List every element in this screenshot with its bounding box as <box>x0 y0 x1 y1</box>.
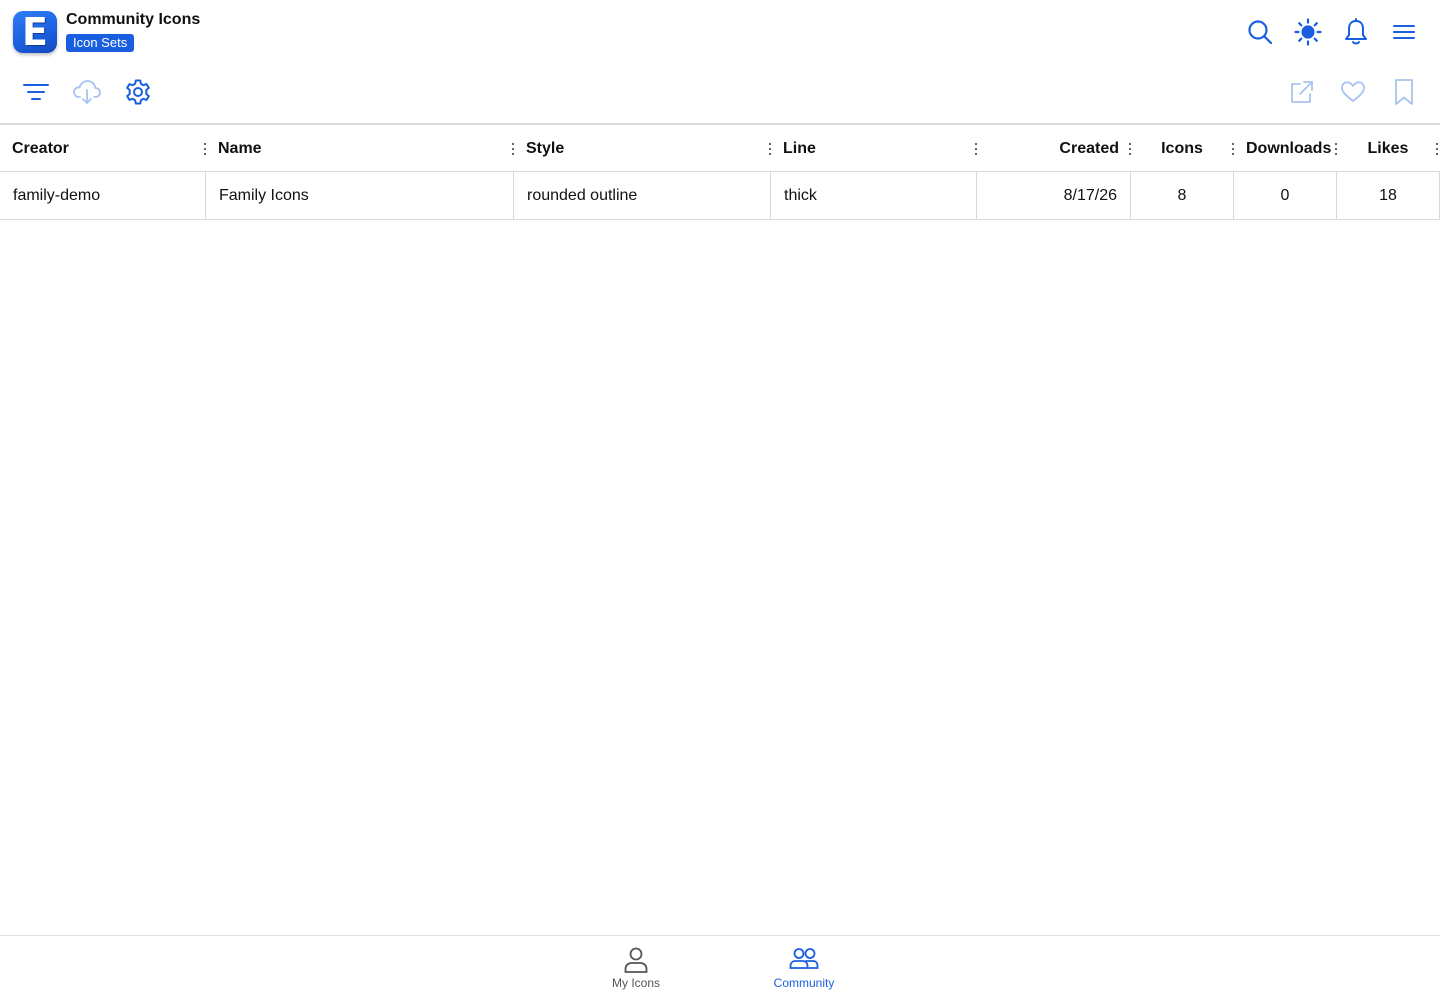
cell-likes: 18 <box>1337 172 1440 219</box>
app-title: Community Icons <box>66 11 201 28</box>
cell-line: thick <box>771 172 977 219</box>
nav-label-community: Community <box>773 976 835 990</box>
icon-sets-table: Creator Name Style Line Created Icons Do… <box>0 125 1440 220</box>
column-menu-style[interactable] <box>767 141 773 157</box>
column-menu-creator[interactable] <box>202 141 208 157</box>
cloud-download-icon <box>73 80 101 104</box>
bookmark-icon <box>1395 79 1413 105</box>
hamburger-menu-icon <box>1393 25 1415 39</box>
column-menu-name[interactable] <box>510 141 516 157</box>
column-menu-created[interactable] <box>1127 141 1133 157</box>
cell-style: rounded outline <box>514 172 771 219</box>
column-header-style[interactable]: Style <box>526 125 756 172</box>
nav-item-community[interactable]: Community <box>744 936 864 1000</box>
bookmark-button[interactable] <box>1388 76 1420 108</box>
settings-button[interactable] <box>122 76 154 108</box>
bell-icon <box>1345 18 1367 45</box>
toolbar <box>0 64 1440 124</box>
column-menu-icons[interactable] <box>1230 141 1236 157</box>
nav-label-my-icons: My Icons <box>611 976 660 990</box>
cell-creator: family-demo <box>0 172 206 219</box>
filter-button[interactable] <box>20 76 52 108</box>
like-button[interactable] <box>1337 76 1369 108</box>
column-menu-downloads[interactable] <box>1333 141 1339 157</box>
table-header-row: Creator Name Style Line Created Icons Do… <box>0 125 1440 172</box>
main-menu-button[interactable] <box>1388 16 1420 48</box>
heart-icon <box>1341 81 1365 102</box>
column-menu-likes[interactable] <box>1434 141 1440 157</box>
logo-letter: E <box>22 11 48 53</box>
download-button[interactable] <box>71 76 103 108</box>
cell-created: 8/17/26 <box>977 172 1131 219</box>
table-row[interactable]: family-demo Family Icons rounded outline… <box>0 172 1440 220</box>
app-header: E Community Icons Icon Sets <box>0 0 1440 64</box>
app-logo: E <box>13 11 57 53</box>
gear-icon <box>126 79 150 105</box>
column-header-likes[interactable]: Likes <box>1346 125 1430 172</box>
bottom-navigation: My Icons Community <box>0 935 1440 1000</box>
cell-icons: 8 <box>1131 172 1234 219</box>
cell-name: Family Icons <box>206 172 514 219</box>
theme-sun-icon <box>1294 18 1322 46</box>
search-button[interactable] <box>1244 16 1276 48</box>
person-icon <box>624 947 648 973</box>
app-section-badge: Icon Sets <box>66 34 135 52</box>
open-external-icon <box>1291 81 1313 103</box>
notifications-button[interactable] <box>1340 16 1372 48</box>
column-header-name[interactable]: Name <box>218 125 498 172</box>
column-header-creator[interactable]: Creator <box>12 125 192 172</box>
open-external-button[interactable] <box>1286 76 1318 108</box>
column-menu-line[interactable] <box>973 141 979 157</box>
filter-icon <box>23 84 49 100</box>
column-header-icons[interactable]: Icons <box>1140 125 1224 172</box>
theme-toggle-button[interactable] <box>1292 16 1324 48</box>
column-header-created[interactable]: Created <box>990 125 1119 172</box>
column-header-downloads[interactable]: Downloads <box>1246 125 1332 172</box>
nav-item-my-icons[interactable]: My Icons <box>576 936 696 1000</box>
search-icon <box>1248 20 1273 45</box>
cell-downloads: 0 <box>1234 172 1337 219</box>
column-header-line[interactable]: Line <box>783 125 963 172</box>
people-icon <box>789 948 819 969</box>
